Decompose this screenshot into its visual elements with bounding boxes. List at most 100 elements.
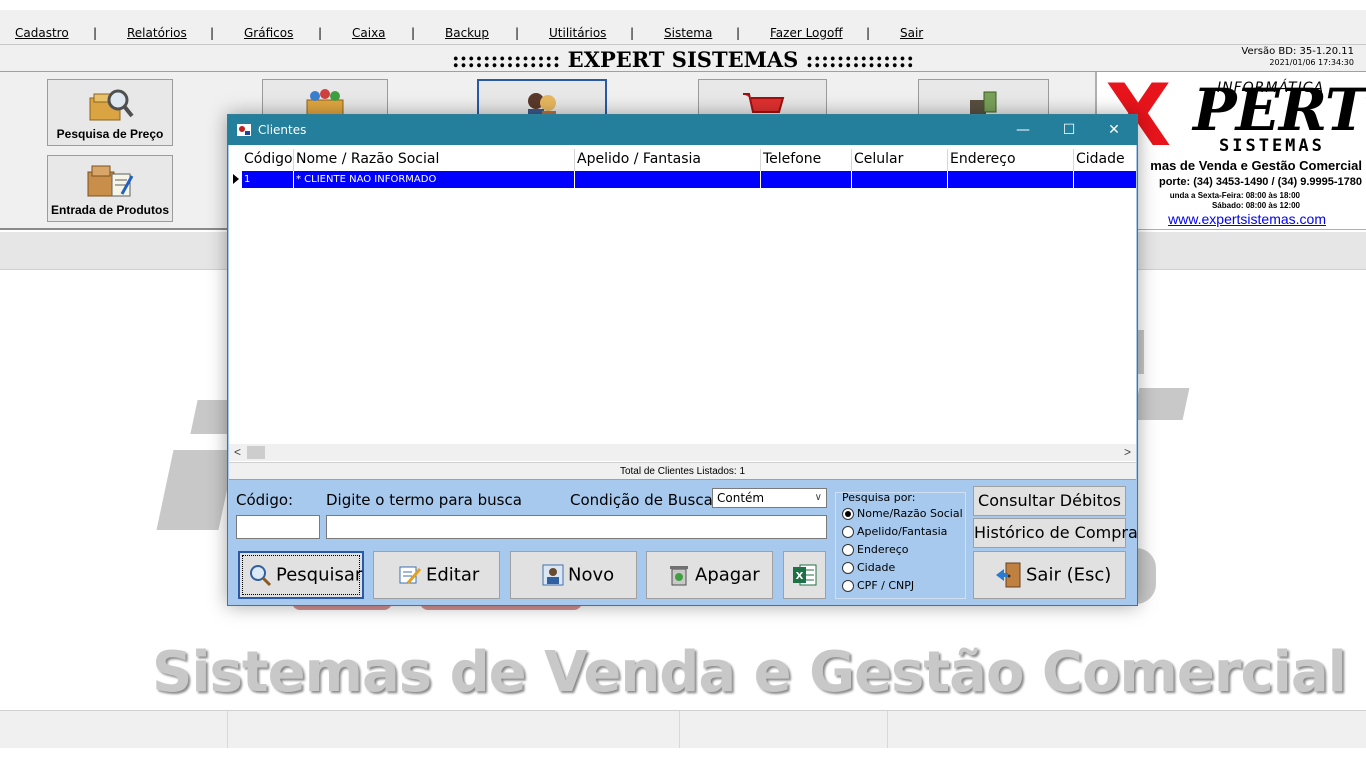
- scroll-left-arrow-icon[interactable]: <: [229, 444, 246, 461]
- search-icon: [250, 565, 272, 587]
- status-cell: [228, 711, 680, 748]
- dialog-title-bar[interactable]: Clientes — ☐ ✕: [228, 115, 1137, 145]
- radio-label: Apelido/Fantasia: [857, 525, 948, 538]
- watermark-shape: [1136, 548, 1156, 604]
- version-info: Versão BD: 35-1.20.11 2021/01/06 17:34:3…: [1241, 46, 1354, 68]
- status-cell: [0, 711, 228, 748]
- column-header-celular[interactable]: Celular: [852, 149, 948, 171]
- pesquisa-por-group: Pesquisa por: Nome/Razão Social Apelido/…: [835, 491, 966, 599]
- current-datetime: 2021/01/06 17:34:30: [1269, 58, 1354, 67]
- horizontal-scrollbar[interactable]: < >: [229, 444, 1136, 461]
- scroll-right-arrow-icon[interactable]: >: [1119, 444, 1136, 461]
- scroll-thumb[interactable]: [247, 446, 265, 459]
- watermark-shape: [156, 450, 236, 530]
- menu-separator: |: [736, 26, 741, 40]
- codigo-label: Código:: [236, 491, 294, 509]
- apagar-label: Apagar: [695, 564, 760, 586]
- new-client-icon: [542, 564, 564, 586]
- logo-hours-saturday: Sábado: 08:00 às 12:00: [1211, 201, 1300, 210]
- menu-separator: |: [318, 26, 323, 40]
- menu-relatorios[interactable]: Relatórios: [127, 26, 187, 40]
- radio-button[interactable]: [842, 580, 854, 592]
- sair-label: Sair (Esc): [1026, 564, 1112, 586]
- sair-button[interactable]: Sair (Esc): [973, 551, 1126, 599]
- logo-informatica: INFORMÁTICA: [1217, 80, 1325, 96]
- menu-utilitarios[interactable]: Utilitários: [549, 26, 606, 40]
- radio-button[interactable]: [842, 544, 854, 556]
- search-panel: Código: Digite o termo para busca Condiç…: [228, 481, 1138, 605]
- radio-label: Nome/Razão Social: [857, 507, 963, 520]
- pesquisa-preco-label: Pesquisa de Preço: [56, 127, 164, 141]
- clientes-dialog: Clientes — ☐ ✕ Código Nome / Razão Socia…: [227, 114, 1138, 606]
- logo-support-phone: porte: (34) 3453-1490 / (34) 9.9995-1780: [1158, 176, 1362, 188]
- menu-caixa[interactable]: Caixa: [352, 26, 386, 40]
- pesquisar-button[interactable]: Pesquisar: [238, 551, 364, 599]
- maximize-button[interactable]: ☐: [1046, 115, 1092, 145]
- total-clients-label: Total de Clientes Listados: 1: [229, 462, 1136, 480]
- logo-hours-week: unda a Sexta-Feira: 08:00 às 18:00: [1169, 191, 1300, 200]
- menu-fazer-logoff[interactable]: Fazer Logoff: [770, 26, 843, 40]
- cell-endereco: [948, 171, 1074, 188]
- column-header-apelido[interactable]: Apelido / Fantasia: [575, 149, 761, 171]
- novo-button[interactable]: Novo: [510, 551, 637, 599]
- dialog-title: Clientes: [258, 123, 307, 137]
- cell-celular: [852, 171, 948, 188]
- menu-separator: |: [93, 26, 98, 40]
- clients-window-icon: [237, 124, 251, 136]
- price-search-icon: [89, 89, 134, 121]
- menu-graficos[interactable]: Gráficos: [244, 26, 293, 40]
- close-button[interactable]: ✕: [1091, 115, 1137, 145]
- watermark-shape: [1132, 388, 1190, 420]
- export-excel-button[interactable]: X: [783, 551, 826, 599]
- column-header-telefone[interactable]: Telefone: [761, 149, 852, 171]
- logo-tagline: mas de Venda e Gestão Comercial: [1150, 158, 1362, 173]
- radio-label: Cidade: [857, 561, 896, 574]
- menu-cadastro[interactable]: Cadastro: [15, 26, 69, 40]
- app-title: :::::::::::::: EXPERT SISTEMAS :::::::::…: [451, 47, 915, 72]
- grid-header: Código Nome / Razão Social Apelido / Fan…: [229, 149, 1136, 171]
- app-title-bar: :::::::::::::: EXPERT SISTEMAS :::::::::…: [0, 44, 1366, 72]
- table-row[interactable]: 1 * CLIENTE NAO INFORMADO: [229, 171, 1136, 188]
- termo-label: Digite o termo para busca: [326, 491, 522, 509]
- condicao-select-value: Contém: [717, 491, 765, 505]
- column-header-nome[interactable]: Nome / Razão Social: [294, 149, 575, 171]
- menu-separator: |: [630, 26, 635, 40]
- consultar-debitos-button[interactable]: Consultar Débitos: [973, 486, 1126, 516]
- menu-sair[interactable]: Sair: [900, 26, 923, 40]
- search-term-input[interactable]: [326, 515, 827, 539]
- clients-grid[interactable]: Código Nome / Razão Social Apelido / Fan…: [229, 145, 1136, 470]
- db-version: Versão BD: 35-1.20.11: [1241, 46, 1354, 57]
- pesquisa-preco-button[interactable]: Pesquisa de Preço: [47, 79, 173, 146]
- menu-separator: |: [411, 26, 416, 40]
- editar-label: Editar: [426, 564, 480, 586]
- column-header-endereco[interactable]: Endereço: [948, 149, 1074, 171]
- status-bar: [0, 710, 1366, 748]
- radio-button[interactable]: [842, 526, 854, 538]
- apagar-button[interactable]: Apagar: [646, 551, 773, 599]
- codigo-input[interactable]: [236, 515, 320, 539]
- editar-button[interactable]: Editar: [373, 551, 500, 599]
- cell-telefone: [761, 171, 852, 188]
- radio-button[interactable]: [842, 562, 854, 574]
- exit-door-icon: [996, 562, 1021, 588]
- chevron-down-icon: ∨: [814, 492, 822, 503]
- cell-cidade: [1074, 171, 1136, 188]
- logo-website-link[interactable]: www.expertsistemas.com: [1168, 211, 1326, 227]
- pesquisar-label: Pesquisar: [276, 564, 363, 586]
- radio-button-selected[interactable]: [842, 508, 854, 520]
- entrada-produtos-button[interactable]: Entrada de Produtos: [47, 155, 173, 222]
- minimize-button[interactable]: —: [1000, 115, 1046, 145]
- entrada-produtos-label: Entrada de Produtos: [50, 203, 169, 217]
- menu-separator: |: [210, 26, 215, 40]
- historico-compra-button[interactable]: Histórico de Compra: [973, 518, 1138, 548]
- column-header-codigo[interactable]: Código: [242, 149, 294, 171]
- logo-sistemas: SISTEMAS: [1219, 136, 1325, 156]
- column-header-cidade[interactable]: Cidade: [1074, 149, 1136, 171]
- condicao-select[interactable]: Contém ∨: [712, 488, 827, 508]
- excel-icon: X: [793, 564, 817, 586]
- menu-sistema[interactable]: Sistema: [664, 26, 712, 40]
- menu-backup[interactable]: Backup: [445, 26, 489, 40]
- menu-separator: |: [515, 26, 520, 40]
- cell-apelido: [575, 171, 761, 188]
- app-window: Cadastro | Relatórios | Gráficos | Caixa…: [0, 0, 1366, 768]
